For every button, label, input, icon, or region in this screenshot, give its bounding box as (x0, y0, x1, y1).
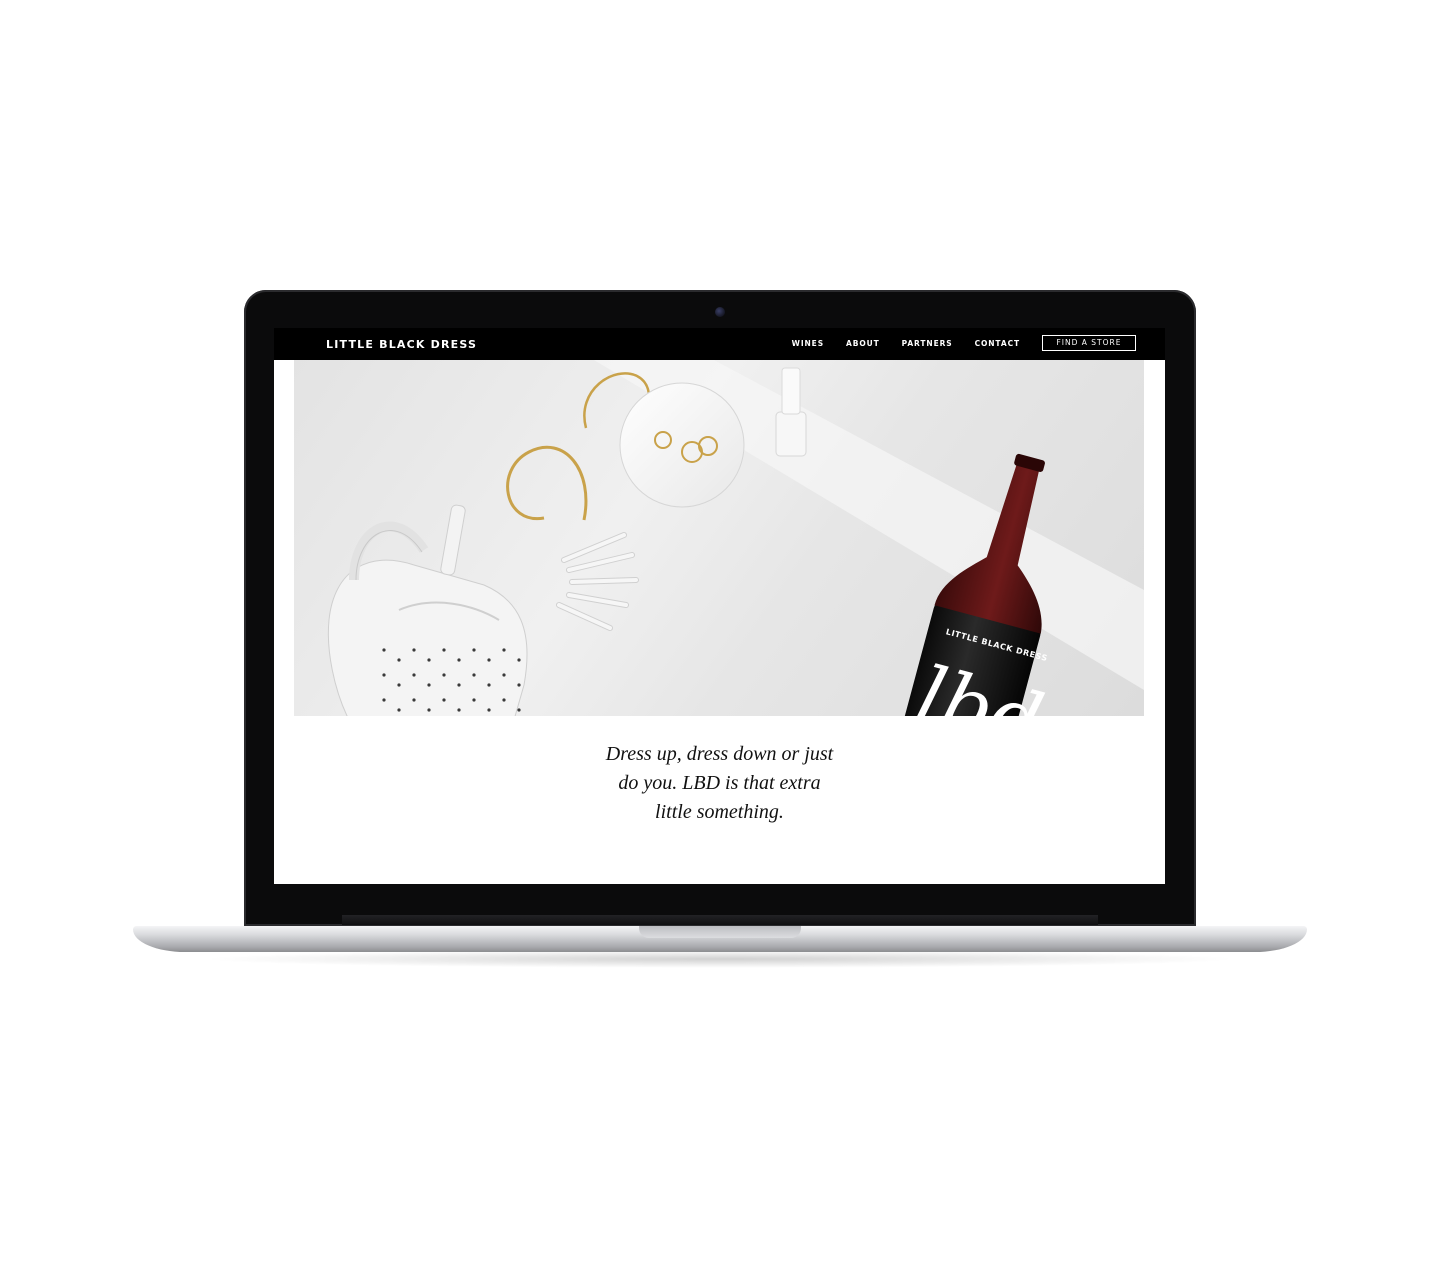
nav-link-contact[interactable]: CONTACT (975, 339, 1020, 348)
laptop-mockup-scene: LITTLE BLACK DRESS WINES ABOUT PARTNERS … (0, 0, 1440, 1277)
tagline-line-3: little something. (655, 801, 784, 823)
hero-tagline: Dress up, dress down or just do you. LBD… (274, 740, 1165, 827)
webcam-icon (715, 307, 725, 317)
find-a-store-button[interactable]: FIND A STORE (1042, 335, 1136, 351)
laptop-shadow (200, 950, 1240, 968)
laptop-base (133, 926, 1307, 952)
hero-illustration: LITTLE BLACK DRESS lbd (327, 360, 1144, 716)
hero-image: LITTLE BLACK DRESS lbd (294, 360, 1144, 716)
site-navbar: LITTLE BLACK DRESS WINES ABOUT PARTNERS … (274, 328, 1165, 360)
site-logo[interactable]: LITTLE BLACK DRESS (326, 338, 477, 351)
laptop-screen: LITTLE BLACK DRESS WINES ABOUT PARTNERS … (274, 328, 1165, 884)
tagline-line-1: Dress up, dress down or just (605, 743, 834, 765)
laptop-opening-notch (639, 926, 801, 938)
nav-link-about[interactable]: ABOUT (846, 339, 880, 348)
tagline-line-2: do you. LBD is that extra (618, 772, 821, 794)
laptop-lid: LITTLE BLACK DRESS WINES ABOUT PARTNERS … (244, 290, 1196, 926)
nav-link-wines[interactable]: WINES (792, 339, 824, 348)
laptop-hinge (342, 915, 1098, 925)
nav-link-partners[interactable]: PARTNERS (902, 339, 953, 348)
nav-links: WINES ABOUT PARTNERS CONTACT (792, 339, 1020, 348)
